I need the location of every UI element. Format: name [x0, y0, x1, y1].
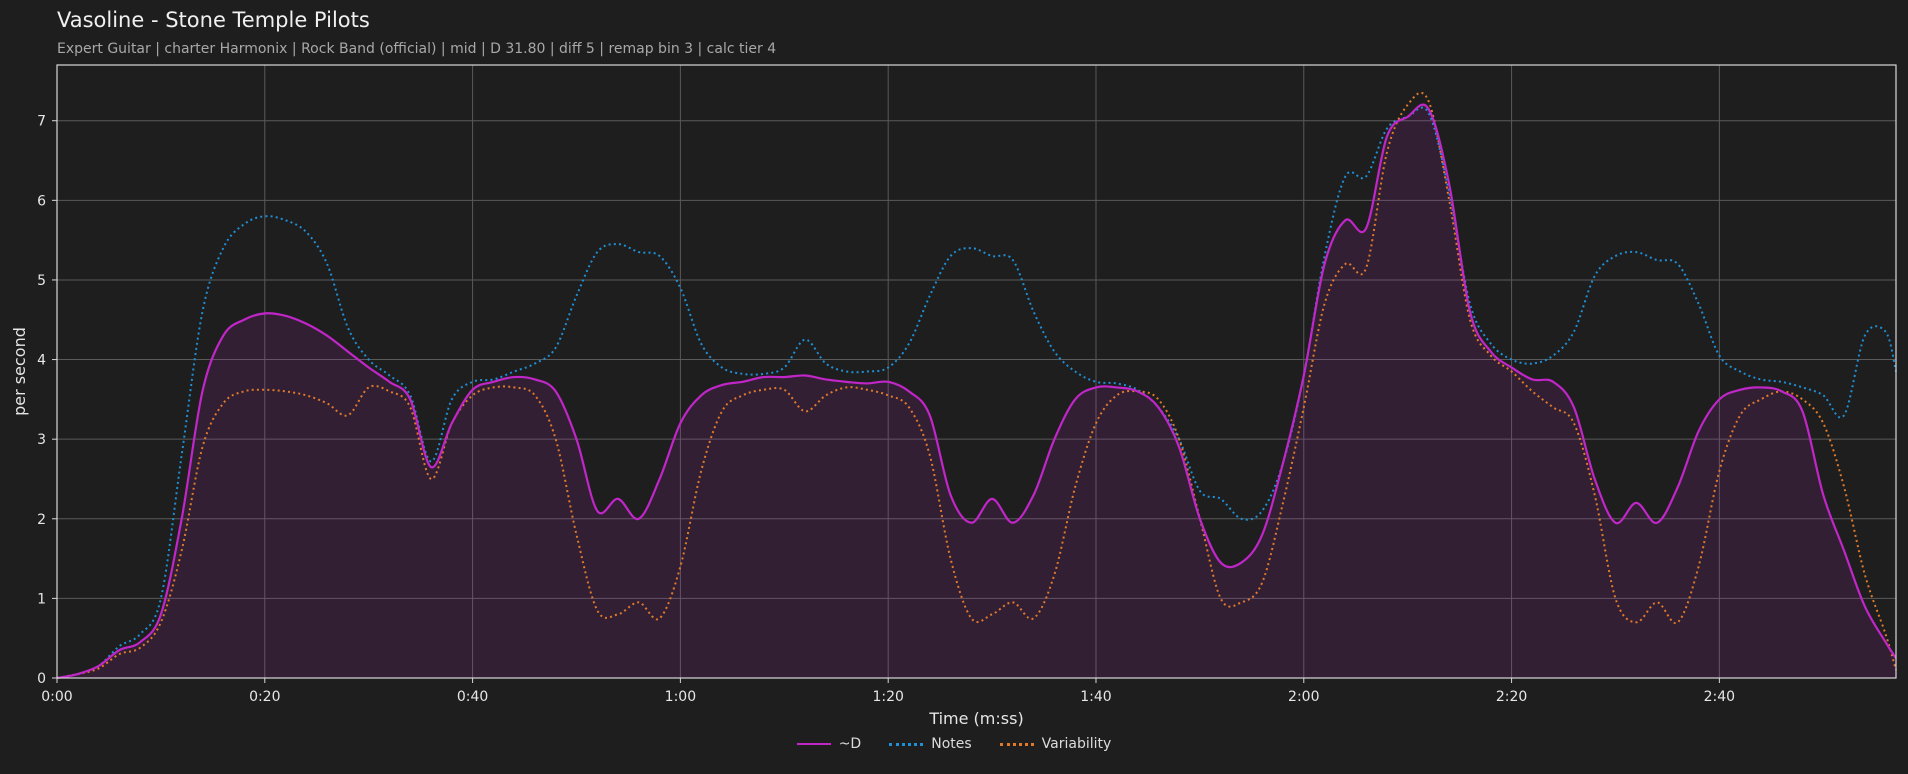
legend-swatch-notes	[889, 742, 924, 746]
x-tick-label: 0:40	[457, 689, 488, 705]
x-tick-label: 0:20	[249, 689, 280, 705]
legend-label-d: ~D	[838, 736, 862, 752]
y-axis-label: per second	[10, 327, 29, 416]
legend: ~D Notes Variability	[0, 736, 1908, 752]
chart-window: Vasoline - Stone Temple Pilots Expert Gu…	[0, 0, 1908, 774]
y-tick-label: 3	[37, 432, 46, 448]
x-tick-label: 1:40	[1080, 689, 1111, 705]
legend-swatch-d	[796, 743, 831, 745]
legend-item-notes: Notes	[889, 736, 972, 752]
y-tick-label: 6	[37, 193, 46, 209]
y-tick-label: 7	[37, 114, 46, 130]
x-tick-label: 0:00	[41, 689, 72, 705]
y-tick-label: 0	[37, 671, 46, 687]
series-area-d	[57, 104, 1896, 678]
legend-label-notes: Notes	[931, 736, 972, 752]
y-axis-ticks: 0 1 2 3 4 5 6 7	[37, 114, 57, 687]
y-tick-label: 2	[37, 512, 46, 528]
x-tick-label: 1:20	[872, 689, 903, 705]
y-tick-label: 1	[37, 591, 46, 607]
line-chart: 0:00 0:20 0:40 1:00 1:20 1:40 2:00 2:20 2:40 0 1 2…	[10, 64, 1897, 728]
y-tick-label: 4	[37, 353, 46, 369]
area-fill	[57, 104, 1896, 678]
x-tick-label: 2:00	[1288, 689, 1319, 705]
legend-swatch-variability	[999, 742, 1034, 746]
y-tick-label: 5	[37, 273, 46, 289]
x-axis-ticks: 0:00 0:20 0:40 1:00 1:20 1:40 2:00 2:20 2:40	[41, 678, 1735, 705]
legend-item-d: ~D	[796, 736, 862, 752]
legend-item-variability: Variability	[999, 736, 1112, 752]
legend-label-variability: Variability	[1041, 736, 1112, 752]
x-tick-label: 2:20	[1496, 689, 1527, 705]
x-tick-label: 2:40	[1704, 689, 1735, 705]
x-tick-label: 1:00	[665, 689, 696, 705]
x-axis-label: Time (m:ss)	[928, 709, 1023, 728]
